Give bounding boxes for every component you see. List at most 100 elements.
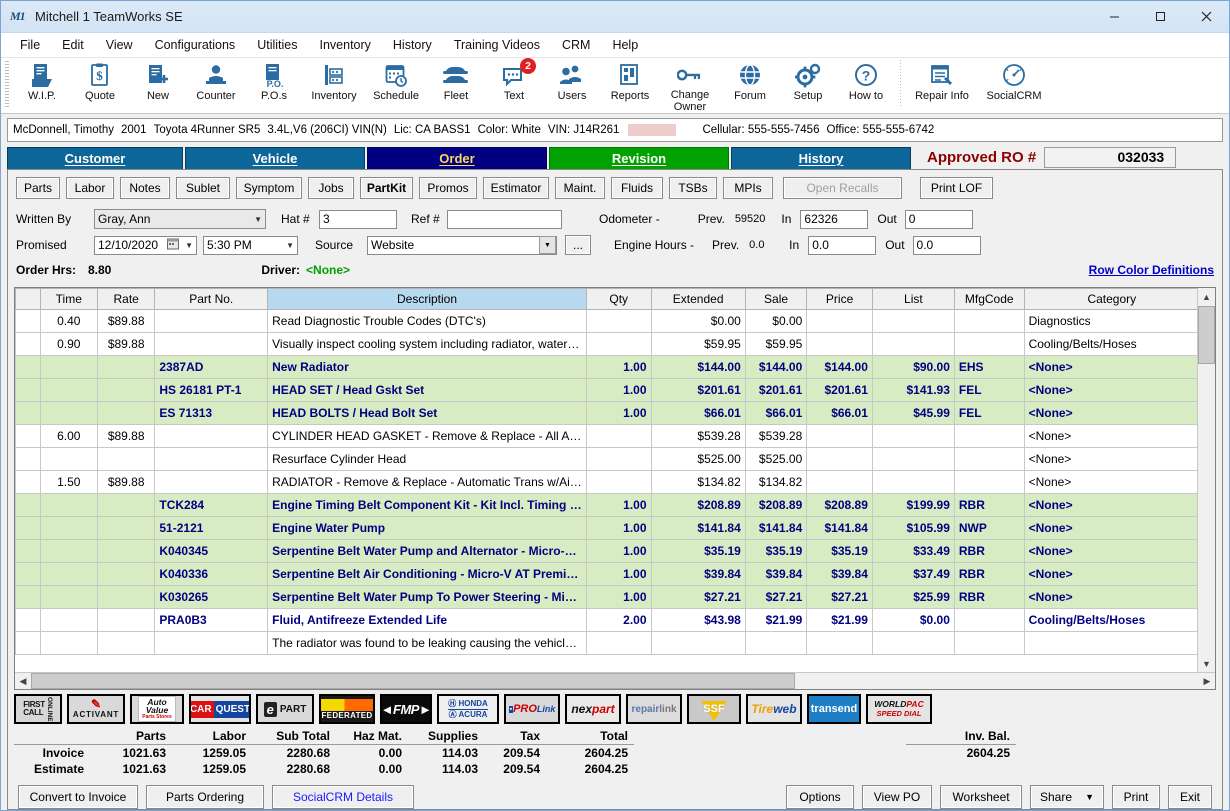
row-selector[interactable] (16, 333, 41, 356)
cell-qty[interactable] (586, 425, 651, 448)
cell-sale[interactable]: $59.95 (745, 333, 807, 356)
odometer-in-input[interactable]: 62326 (800, 210, 868, 229)
cell-qty[interactable]: 1.00 (586, 402, 651, 425)
tab-history[interactable]: History (731, 147, 911, 169)
vendor-logo-carquest[interactable]: CARQUEST (189, 694, 251, 724)
cell-sale[interactable]: $144.00 (745, 356, 807, 379)
cell-price[interactable] (807, 471, 873, 494)
cell-extended[interactable]: $39.84 (651, 563, 745, 586)
cell-price[interactable]: $201.61 (807, 379, 873, 402)
cell-list[interactable] (872, 471, 954, 494)
subtab-mpis[interactable]: MPIs (723, 177, 773, 199)
cell-sale[interactable]: $66.01 (745, 402, 807, 425)
menu-help[interactable]: Help (601, 35, 649, 55)
cell-list[interactable] (872, 425, 954, 448)
date-chevron-down-icon[interactable]: ▼ (185, 241, 193, 250)
subtab-labor[interactable]: Labor (66, 177, 114, 199)
cell-price[interactable] (807, 632, 873, 655)
cell-list[interactable]: $25.99 (872, 586, 954, 609)
cell-category[interactable]: <None> (1024, 563, 1197, 586)
cell-price[interactable]: $141.84 (807, 517, 873, 540)
cell-description[interactable]: RADIATOR - Remove & Replace - Automatic … (268, 471, 587, 494)
cell-rate[interactable] (97, 563, 154, 586)
cell-description[interactable]: Read Diagnostic Trouble Codes (DTC's) (268, 310, 587, 333)
subtab-fluids[interactable]: Fluids (611, 177, 663, 199)
subtab-partkit[interactable]: PartKit (360, 177, 413, 199)
cell-mfgcode[interactable] (954, 333, 1024, 356)
tab-order[interactable]: Order (367, 147, 547, 169)
row-selector[interactable] (16, 402, 41, 425)
cell-list[interactable] (872, 632, 954, 655)
cell-price[interactable]: $35.19 (807, 540, 873, 563)
cell-extended[interactable]: $208.89 (651, 494, 745, 517)
maximize-button[interactable] (1137, 1, 1183, 32)
subtab-symptom[interactable]: Symptom (236, 177, 302, 199)
hat-input[interactable]: 3 (319, 210, 397, 229)
cell-extended[interactable]: $66.01 (651, 402, 745, 425)
cell-mfgcode[interactable] (954, 632, 1024, 655)
cell-list[interactable] (872, 448, 954, 471)
cell-part-no[interactable] (155, 632, 268, 655)
table-row[interactable]: 0.40$89.88Read Diagnostic Trouble Codes … (16, 310, 1198, 333)
table-row[interactable]: K030265Serpentine Belt Water Pump To Pow… (16, 586, 1198, 609)
cell-category[interactable]: <None> (1024, 425, 1197, 448)
cell-mfgcode[interactable]: RBR (954, 494, 1024, 517)
convert-to-invoice-button[interactable]: Convert to Invoice (18, 785, 138, 809)
cell-time[interactable] (40, 356, 97, 379)
cell-price[interactable] (807, 310, 873, 333)
row-selector[interactable] (16, 379, 41, 402)
close-button[interactable] (1183, 1, 1229, 32)
odometer-out-input[interactable]: 0 (905, 210, 973, 229)
col-extended[interactable]: Extended (651, 289, 745, 310)
vendor-logo-auto-value[interactable]: AutoValueParts Stores (130, 694, 184, 724)
cell-part-no[interactable]: TCK284 (155, 494, 268, 517)
col-list[interactable]: List (872, 289, 954, 310)
toolbar-users[interactable]: Users (543, 58, 601, 113)
cell-rate[interactable]: $89.88 (97, 333, 154, 356)
cell-list[interactable]: $141.93 (872, 379, 954, 402)
cell-mfgcode[interactable]: FEL (954, 402, 1024, 425)
cell-sale[interactable]: $21.99 (745, 609, 807, 632)
toolbar-grip[interactable] (5, 61, 9, 107)
source-chevron-down-icon[interactable]: ▼ (539, 236, 556, 254)
cell-time[interactable]: 6.00 (40, 425, 97, 448)
cell-rate[interactable] (97, 448, 154, 471)
written-by-select[interactable]: Gray, Ann ▼ (94, 209, 266, 229)
col-mfgcode[interactable]: MfgCode (954, 289, 1024, 310)
cell-list[interactable]: $37.49 (872, 563, 954, 586)
vendor-logo-tireweb[interactable]: Tireweb (746, 694, 802, 724)
cell-extended[interactable]: $27.21 (651, 586, 745, 609)
row-selector[interactable] (16, 517, 41, 540)
minimize-button[interactable] (1091, 1, 1137, 32)
cell-description[interactable]: CYLINDER HEAD GASKET - Remove & Replace … (268, 425, 587, 448)
table-row[interactable]: 51-2121Engine Water Pump1.00$141.84$141.… (16, 517, 1198, 540)
share-button[interactable]: Share ▼ (1030, 785, 1104, 809)
cell-price[interactable]: $21.99 (807, 609, 873, 632)
source-browse-button[interactable]: ... (565, 235, 591, 255)
toolbar-schedule[interactable]: Schedule (365, 58, 427, 113)
options-button[interactable]: Options (786, 785, 854, 809)
vendor-logo-nexpart[interactable]: nexpart (565, 694, 621, 724)
cell-qty[interactable]: 1.00 (586, 563, 651, 586)
cell-qty[interactable] (586, 448, 651, 471)
table-row[interactable]: 0.90$89.88Visually inspect cooling syste… (16, 333, 1198, 356)
cell-sale[interactable]: $539.28 (745, 425, 807, 448)
cell-category[interactable]: Cooling/Belts/Hoses (1024, 609, 1197, 632)
calendar-icon[interactable] (167, 238, 179, 253)
cell-rate[interactable] (97, 609, 154, 632)
menu-file[interactable]: File (9, 35, 51, 55)
subtab-sublet[interactable]: Sublet (176, 177, 230, 199)
cell-category[interactable]: Diagnostics (1024, 310, 1197, 333)
cell-extended[interactable]: $539.28 (651, 425, 745, 448)
subtab-promos[interactable]: Promos (419, 177, 477, 199)
socialcrm-details-button[interactable]: SocialCRM Details (272, 785, 414, 809)
menu-utilities[interactable]: Utilities (246, 35, 308, 55)
cell-part-no[interactable]: K030265 (155, 586, 268, 609)
ro-number-field[interactable]: 032033 (1044, 147, 1176, 168)
cell-description[interactable]: HEAD BOLTS / Head Bolt Set (268, 402, 587, 425)
row-selector[interactable] (16, 448, 41, 471)
cell-qty[interactable]: 1.00 (586, 379, 651, 402)
vendor-logo-prolink[interactable]: ▪PROLink (504, 694, 560, 724)
grid-vertical-scrollbar[interactable]: ▲ ▼ (1197, 288, 1215, 672)
cell-rate[interactable] (97, 379, 154, 402)
